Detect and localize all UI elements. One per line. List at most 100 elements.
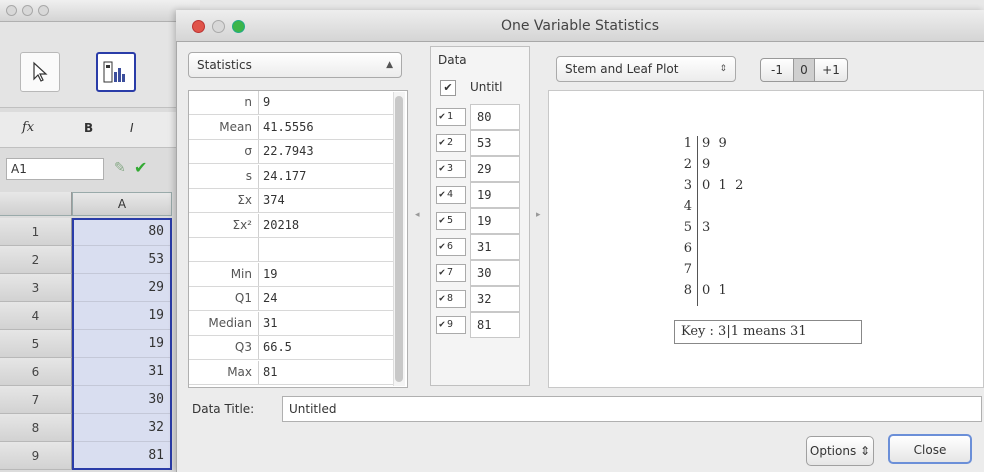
- data-row-index: 9: [447, 319, 454, 330]
- options-button[interactable]: Options ⇕: [806, 436, 874, 466]
- row-header[interactable]: 9: [0, 442, 72, 470]
- cursor-arrow-icon: [33, 61, 48, 82]
- data-row-value[interactable]: 31: [470, 234, 520, 260]
- statistics-scrollbar-thumb[interactable]: [395, 96, 403, 382]
- fx-icon[interactable]: fx: [22, 120, 34, 135]
- stem-row: 53: [680, 220, 840, 235]
- close-button[interactable]: Close: [888, 434, 972, 464]
- row-header[interactable]: 2: [0, 246, 72, 274]
- data-row-index: 5: [447, 215, 454, 226]
- data-row-value[interactable]: 80: [470, 104, 520, 130]
- data-row-checkbox[interactable]: ✔ 6: [436, 238, 466, 256]
- statistics-row: Σx 374: [189, 189, 395, 213]
- statistic-label: σ: [189, 140, 259, 163]
- data-row-checkbox[interactable]: ✔ 5: [436, 212, 466, 230]
- statistics-select-label: Statistics: [197, 58, 252, 72]
- statistic-value: 81: [263, 364, 278, 379]
- splitter-handle-right[interactable]: ▸: [536, 210, 544, 220]
- spreadsheet-cell[interactable]: 53: [72, 246, 172, 274]
- data-row-checkbox[interactable]: ✔ 7: [436, 264, 466, 282]
- data-row-checkbox[interactable]: ✔ 3: [436, 160, 466, 178]
- data-row-checkbox[interactable]: ✔ 9: [436, 316, 466, 334]
- splitter-handle-left[interactable]: ◂: [415, 210, 423, 220]
- spreadsheet-close-dot[interactable]: [6, 5, 17, 16]
- checkmark-icon: ✔: [439, 319, 446, 330]
- stem-row: 29: [680, 157, 840, 172]
- row-header[interactable]: 4: [0, 302, 72, 330]
- data-row-value[interactable]: 81: [470, 312, 520, 338]
- row-header[interactable]: 1: [0, 218, 72, 246]
- data-row-value[interactable]: 29: [470, 156, 520, 182]
- data-row-value[interactable]: 53: [470, 130, 520, 156]
- statistic-value: 24.177: [263, 168, 307, 183]
- statistic-value: 20218: [263, 217, 300, 232]
- checkmark-icon: ✔: [439, 293, 446, 304]
- data-row-checkbox[interactable]: ✔ 8: [436, 290, 466, 308]
- stem-adjust-plus-button[interactable]: +1: [814, 58, 848, 82]
- stem-adjust-zero-button[interactable]: 0: [793, 58, 815, 82]
- data-row-checkbox[interactable]: ✔ 1: [436, 108, 466, 126]
- data-row-checkbox[interactable]: ✔ 4: [436, 186, 466, 204]
- statistics-select[interactable]: Statistics ▲: [188, 52, 402, 78]
- spreadsheet-cell[interactable]: 31: [72, 358, 172, 386]
- stem-adjust-minus-button[interactable]: -1: [760, 58, 794, 82]
- data-row: ✔ 8 32: [430, 286, 530, 312]
- statistic-value: 66.5: [263, 340, 292, 354]
- leaf-values: 9 9: [702, 136, 727, 151]
- data-row: ✔ 5 19: [430, 208, 530, 234]
- move-tool-button[interactable]: [20, 52, 60, 92]
- data-row: ✔ 1 80: [430, 104, 530, 130]
- checkmark-icon: ✔: [439, 189, 446, 200]
- leaf-values: 3: [702, 220, 711, 235]
- confirm-check-icon[interactable]: ✔: [134, 158, 147, 177]
- data-row-value[interactable]: 19: [470, 182, 520, 208]
- stem-row: 7: [680, 262, 840, 277]
- corner-header[interactable]: [0, 192, 72, 216]
- cell-reference-field[interactable]: A1: [6, 158, 104, 180]
- statistic-label: Q1: [189, 287, 259, 310]
- spreadsheet-cell[interactable]: 81: [72, 442, 172, 470]
- data-row-value[interactable]: 19: [470, 208, 520, 234]
- italic-button[interactable]: I: [130, 121, 134, 135]
- bold-button[interactable]: B: [84, 121, 93, 135]
- spreadsheet-cell[interactable]: 32: [72, 414, 172, 442]
- row-header[interactable]: 3: [0, 274, 72, 302]
- spreadsheet-cell[interactable]: 29: [72, 274, 172, 302]
- statistic-value: 24: [263, 291, 278, 305]
- select-all-checkbox[interactable]: ✔: [440, 80, 456, 96]
- data-row: ✔ 2 53: [430, 130, 530, 156]
- row-header[interactable]: 6: [0, 358, 72, 386]
- column-header-a[interactable]: A: [72, 192, 172, 216]
- one-variable-stats-tool-button[interactable]: [96, 52, 136, 92]
- spreadsheet-minimize-dot[interactable]: [22, 5, 33, 16]
- data-row-index: 8: [447, 293, 454, 304]
- statistic-label: Σx: [189, 189, 259, 212]
- data-row: ✔ 7 30: [430, 260, 530, 286]
- checkmark-icon: ✔: [439, 163, 446, 174]
- checkmark-icon: ✔: [439, 267, 446, 278]
- row-header[interactable]: 5: [0, 330, 72, 358]
- row-header[interactable]: 7: [0, 386, 72, 414]
- stem-value: 8: [683, 283, 692, 298]
- spreadsheet-cell[interactable]: 80: [72, 218, 172, 246]
- bar-stats-icon: [103, 61, 125, 83]
- stem-value: 7: [683, 262, 692, 277]
- statistics-row: n9: [189, 91, 395, 115]
- spreadsheet-zoom-dot[interactable]: [38, 5, 49, 16]
- row-header[interactable]: 8: [0, 414, 72, 442]
- spreadsheet-cell[interactable]: 19: [72, 302, 172, 330]
- stem-row: 3 0 1 2: [680, 178, 840, 193]
- spreadsheet-cell[interactable]: 19: [72, 330, 172, 358]
- data-title-input[interactable]: Untitled: [282, 396, 982, 422]
- data-row-index: 7: [447, 267, 454, 278]
- plot-type-select[interactable]: Stem and Leaf Plot ⇕: [556, 56, 736, 82]
- data-row-value[interactable]: 32: [470, 286, 520, 312]
- data-row-index: 1: [447, 111, 454, 122]
- checkmark-icon: ✔: [439, 241, 446, 252]
- stem-row: 6: [680, 241, 840, 256]
- data-row-value[interactable]: 30: [470, 260, 520, 286]
- cancel-edit-icon[interactable]: ✎: [114, 160, 126, 176]
- data-row: ✔ 9 81: [430, 312, 530, 338]
- data-row-checkbox[interactable]: ✔ 2: [436, 134, 466, 152]
- spreadsheet-cell[interactable]: 30: [72, 386, 172, 414]
